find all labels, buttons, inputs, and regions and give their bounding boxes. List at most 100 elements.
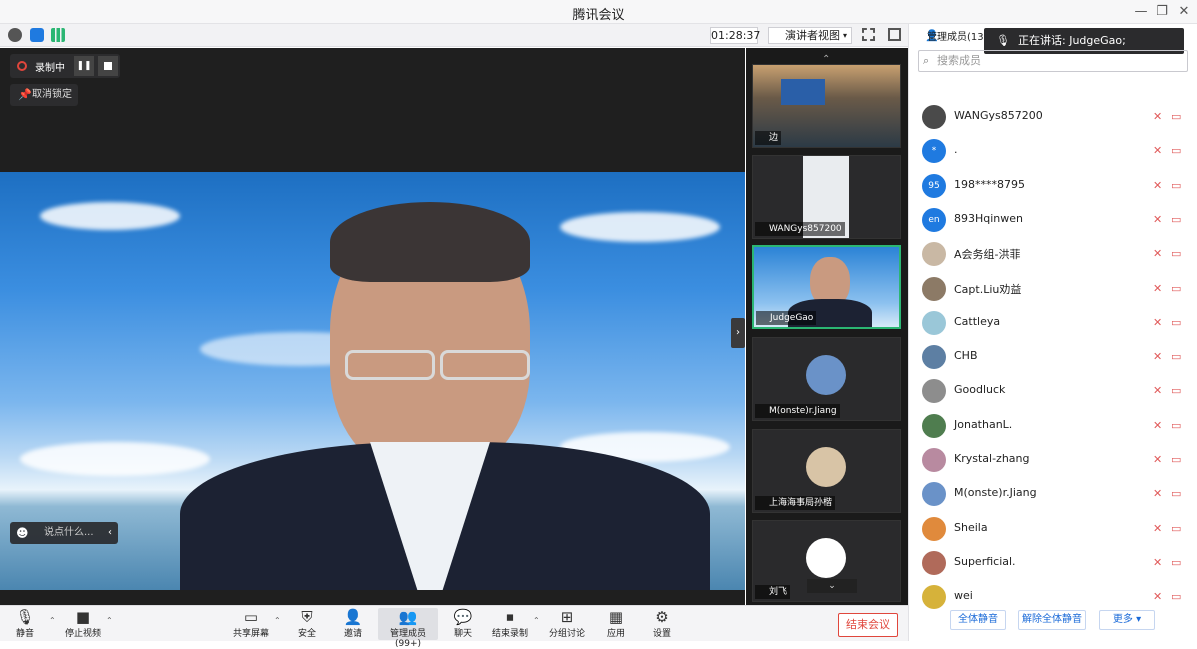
member-search-input[interactable]: ⌕ 搜索成员 (918, 50, 1188, 72)
window-title: 腾讯会议 (572, 8, 625, 23)
invite-button[interactable]: 👤 邀请 (328, 608, 378, 640)
mic-muted-icon[interactable]: ✕ (1153, 179, 1167, 192)
avatar (922, 413, 946, 438)
settings-button[interactable]: ⚙ 设置 (637, 608, 687, 640)
thumbnail-tile[interactable]: M(onste)r.Jiang (752, 337, 901, 421)
chat-quick-input[interactable]: ☻ 说点什么... ‹ (10, 522, 118, 544)
signal-icon[interactable] (51, 28, 65, 42)
member-row[interactable]: WANGys857200 ✕ ▭ (909, 100, 1197, 134)
breakout-button[interactable]: ⊞ 分组讨论 (542, 608, 592, 640)
camera-off-icon[interactable]: ▭ (1171, 453, 1185, 466)
member-row[interactable]: Capt.Liu劝益 ✕ ▭ (909, 272, 1197, 306)
thumbnail-tile[interactable]: 边 (752, 64, 901, 148)
member-row[interactable]: en 893Hqinwen ✕ ▭ (909, 203, 1197, 237)
minimize-button[interactable]: — (1131, 2, 1151, 22)
pause-button[interactable]: ❚❚ (74, 56, 94, 76)
camera-off-icon[interactable]: ▭ (1171, 384, 1185, 397)
chevron-up-icon[interactable]: ⌃ (274, 616, 281, 625)
restore-button[interactable]: ❐ (1152, 2, 1172, 22)
mic-muted-icon[interactable]: ✕ (1153, 453, 1167, 466)
info-icon[interactable] (8, 28, 22, 42)
member-name: CHB (954, 349, 978, 363)
camera-off-icon[interactable]: ▭ (1171, 419, 1185, 432)
mic-muted-icon[interactable]: ✕ (1153, 522, 1167, 535)
mic-muted-icon[interactable]: ✕ (1153, 213, 1167, 226)
member-row[interactable]: Sheila ✕ ▭ (909, 512, 1197, 546)
mic-muted-icon[interactable]: ✕ (1153, 282, 1167, 295)
collapse-icon[interactable]: ‹ (108, 522, 112, 544)
mic-muted-icon[interactable]: ✕ (1153, 247, 1167, 260)
end-record-button[interactable]: ⏹ 结束录制 (485, 608, 535, 640)
thumbnail-strip[interactable]: ⌃ 边 WANGys857200 JudgeGao M(onste)r.Jian… (746, 48, 908, 605)
end-meeting-button[interactable]: 结束会议 (838, 613, 898, 637)
mic-muted-icon[interactable]: ✕ (1153, 316, 1167, 329)
mic-muted-icon[interactable]: ✕ (1153, 487, 1167, 500)
member-row[interactable]: Krystal-zhang ✕ ▭ (909, 443, 1197, 477)
add-user-icon: 👤 (343, 608, 363, 626)
stop-record-icon: ⏹ (506, 608, 514, 626)
avatar: en (922, 207, 946, 232)
member-row[interactable]: Superficial. ✕ ▭ (909, 546, 1197, 580)
member-row[interactable]: Cattleya ✕ ▭ (909, 306, 1197, 340)
member-row[interactable]: *. ✕ ▭ (909, 134, 1197, 168)
stop-record-button[interactable] (98, 56, 118, 76)
fullscreen-icon[interactable] (862, 28, 875, 41)
expand-thumbs-button[interactable]: › (731, 318, 745, 348)
search-icon: ⌕ (923, 54, 930, 67)
avatar (922, 482, 946, 507)
unmute-all-button[interactable]: 解除全体静音 (1018, 610, 1086, 630)
chevron-down-icon: ▾ (842, 31, 847, 40)
sidebar-toggle-icon[interactable] (888, 28, 901, 41)
camera-off-icon[interactable]: ▭ (1171, 144, 1185, 157)
member-row[interactable]: JonathanL. ✕ ▭ (909, 409, 1197, 443)
thumbnail-tile-active[interactable]: JudgeGao (752, 245, 901, 329)
thumbnail-tile[interactable]: 上海海事局孙楷 (752, 429, 901, 513)
mute-button[interactable]: 🎙 静音 (0, 608, 50, 640)
member-row[interactable]: A会务组-洪菲 ✕ ▭ (909, 237, 1197, 271)
manage-members-button[interactable]: 👥 管理成员(99+) (378, 608, 438, 649)
mic-muted-icon[interactable]: ✕ (1153, 556, 1167, 569)
member-row[interactable]: Goodluck ✕ ▭ (909, 374, 1197, 408)
more-button[interactable]: 更多 ▾ (1099, 610, 1155, 630)
emoji-icon[interactable]: ☻ (16, 522, 29, 544)
chat-button[interactable]: 💬 聊天 (438, 608, 488, 640)
close-button[interactable]: ✕ (1174, 2, 1194, 22)
camera-off-icon[interactable]: ▭ (1171, 179, 1185, 192)
thumbnail-tile[interactable]: WANGys857200 (752, 155, 901, 239)
members-icon: 👥 (398, 608, 418, 626)
mic-muted-icon[interactable]: ✕ (1153, 110, 1167, 123)
mic-muted-icon[interactable]: ✕ (1153, 590, 1167, 603)
mic-muted-icon[interactable]: ✕ (1153, 419, 1167, 432)
mute-all-button[interactable]: 全体静音 (950, 610, 1006, 630)
chevron-down-icon[interactable]: ⌄ (807, 579, 857, 593)
mic-muted-icon[interactable]: ✕ (1153, 144, 1167, 157)
stop-video-button[interactable]: ■ 停止视频 (58, 608, 108, 640)
thumbnail-tile[interactable]: 刘飞 ⌄ (752, 520, 901, 602)
camera-off-icon[interactable]: ▭ (1171, 522, 1185, 535)
chevron-up-icon[interactable]: ⌃ (106, 616, 113, 625)
share-screen-button[interactable]: ▭ 共享屏幕 (226, 608, 276, 640)
member-row[interactable]: 95 198****8795 ✕ ▭ (909, 169, 1197, 203)
camera-off-icon[interactable]: ▭ (1171, 282, 1185, 295)
camera-off-icon[interactable]: ▭ (1171, 487, 1185, 500)
camera-off-icon[interactable]: ▭ (1171, 247, 1185, 260)
member-row[interactable]: CHB ✕ ▭ (909, 340, 1197, 374)
camera-off-icon[interactable]: ▭ (1171, 556, 1185, 569)
member-row[interactable]: M(onste)r.Jiang ✕ ▭ (909, 477, 1197, 511)
members-panel: 👤 管理成员(130) 🎙 正在讲话: JudgeGao; ⌕ 搜索成员 WAN… (908, 24, 1197, 641)
mic-muted-icon[interactable]: ✕ (1153, 350, 1167, 363)
camera-off-icon[interactable]: ▭ (1171, 110, 1185, 123)
shield-icon[interactable] (30, 28, 44, 42)
camera-off-icon[interactable]: ▭ (1171, 213, 1185, 226)
unpin-button[interactable]: 📌 取消锁定 (10, 84, 78, 106)
participant-name: WANGys857200 (755, 222, 845, 236)
chevron-up-icon[interactable]: ⌃ (49, 616, 56, 625)
camera-off-icon[interactable]: ▭ (1171, 316, 1185, 329)
chevron-up-icon[interactable]: ⌃ (533, 616, 540, 625)
security-button[interactable]: ⛨ 安全 (282, 608, 332, 640)
apps-button[interactable]: ▦ 应用 (591, 608, 641, 640)
camera-off-icon[interactable]: ▭ (1171, 350, 1185, 363)
mic-muted-icon[interactable]: ✕ (1153, 384, 1167, 397)
view-selector[interactable]: 演讲者视图 ▾ (768, 27, 852, 44)
camera-off-icon[interactable]: ▭ (1171, 590, 1185, 603)
